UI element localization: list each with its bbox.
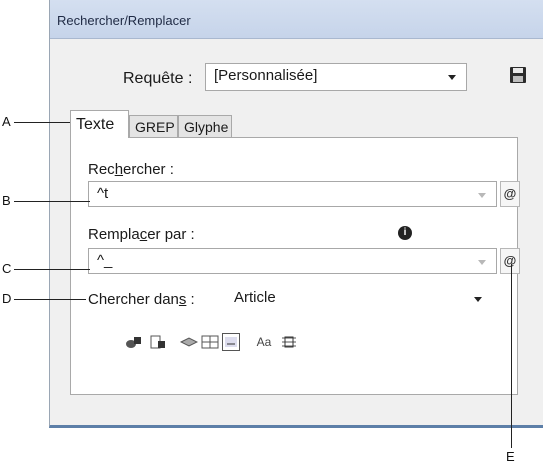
find-special-chars-button[interactable]: @ <box>500 181 520 207</box>
query-label: Requête : <box>123 70 193 87</box>
at-icon: @ <box>503 186 517 201</box>
callout-b-line <box>14 201 90 202</box>
hidden-layers-icon[interactable] <box>180 333 198 351</box>
replace-special-chars-button[interactable]: @ <box>500 248 520 274</box>
replace-label: Remplacer par : <box>88 226 195 243</box>
query-dropdown[interactable]: [Personnalisée] <box>205 63 467 91</box>
at-icon: @ <box>503 253 517 268</box>
tab-glyph-label: Glyphe <box>184 119 229 135</box>
find-dropdown-icon[interactable] <box>478 193 486 198</box>
search-in-label: Chercher dans : <box>88 291 195 308</box>
window-title: Rechercher/Remplacer <box>57 13 191 28</box>
find-label-text: Rec <box>88 161 115 178</box>
replace-label-text-end: er par : <box>147 226 195 243</box>
tab-glyph[interactable]: Glyphe <box>178 115 232 137</box>
find-label: Rechercher : <box>88 161 174 178</box>
find-value: ^t <box>97 185 109 202</box>
callout-a: A <box>2 114 11 129</box>
callout-b: B <box>2 193 11 208</box>
find-change-dialog: Rechercher/Remplacer Requête : [Personna… <box>49 0 543 428</box>
replace-input[interactable]: ^_ <box>88 248 497 274</box>
callout-d: D <box>2 291 12 306</box>
replace-dropdown-icon[interactable] <box>478 260 486 265</box>
title-bar[interactable]: Rechercher/Remplacer <box>50 0 543 39</box>
callout-e-line <box>511 264 512 448</box>
callout-a-line <box>14 122 71 123</box>
locked-layers-icon[interactable] <box>125 333 143 351</box>
callout-c: C <box>2 261 12 276</box>
case-sensitive-icon[interactable]: Aa <box>254 333 274 351</box>
tab-grep[interactable]: GREP <box>129 115 178 137</box>
chevron-down-icon <box>448 75 456 80</box>
search-in-label-text: Chercher dan <box>88 291 179 308</box>
replace-label-text: Rempla <box>88 226 140 243</box>
info-icon[interactable]: i <box>398 226 412 240</box>
tab-text[interactable]: Texte <box>70 110 129 138</box>
locked-stories-icon[interactable] <box>149 333 167 351</box>
callout-d-line <box>14 299 86 300</box>
find-input[interactable]: ^t <box>88 181 497 207</box>
callout-e: E <box>506 449 515 464</box>
query-value: [Personnalisée] <box>214 67 318 84</box>
save-query-icon[interactable] <box>509 66 527 84</box>
tab-grep-label: GREP <box>135 119 175 135</box>
chevron-down-icon <box>474 297 482 302</box>
search-in-value: Article <box>234 289 276 306</box>
case-sensitive-label: Aa <box>256 335 272 349</box>
find-label-accesskey: h <box>114 161 124 178</box>
replace-value: ^_ <box>97 252 113 269</box>
search-in-label-text-end: : <box>186 291 195 308</box>
footnotes-icon[interactable] <box>222 333 240 351</box>
search-in-dropdown[interactable]: Article <box>226 286 492 312</box>
tab-text-label: Texte <box>76 116 115 133</box>
callout-c-line <box>14 269 90 270</box>
whole-word-icon[interactable] <box>280 333 298 351</box>
find-label-text-end: ercher : <box>123 161 174 178</box>
master-pages-icon[interactable] <box>201 333 219 351</box>
